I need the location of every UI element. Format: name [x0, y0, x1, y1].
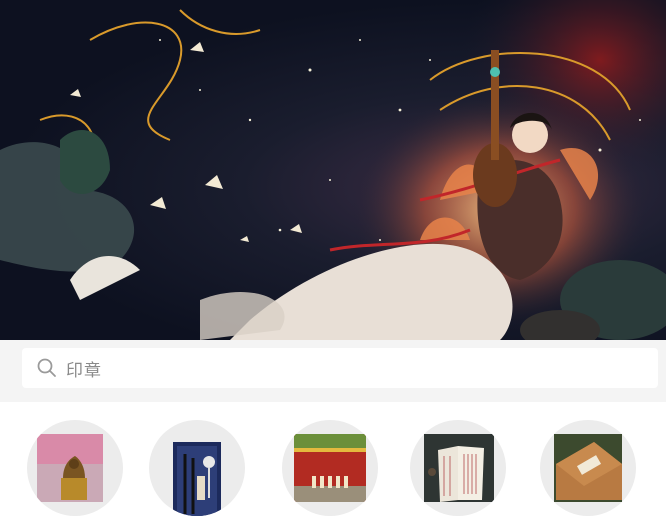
hero-banner[interactable]	[0, 0, 666, 340]
search-input[interactable]: 印章	[22, 348, 658, 388]
palace-wall-figurines-thumbnail	[294, 434, 366, 502]
search-icon	[37, 358, 56, 377]
category-seal[interactable]	[27, 420, 123, 516]
category-brush-set[interactable]	[149, 420, 245, 516]
search-placeholder: 印章	[66, 360, 102, 381]
category-book[interactable]	[410, 420, 506, 516]
gift-box-thumbnail	[554, 434, 622, 502]
calligraphy-brush-set-thumbnail	[173, 442, 221, 516]
category-gift-box[interactable]	[540, 420, 636, 516]
book-scroll-thumbnail	[424, 434, 494, 502]
banner-illustration	[0, 0, 666, 340]
category-row	[0, 402, 666, 522]
category-palace[interactable]	[282, 420, 378, 516]
search-section: 印章	[0, 340, 666, 402]
seal-stamp-thumbnail	[37, 434, 103, 502]
